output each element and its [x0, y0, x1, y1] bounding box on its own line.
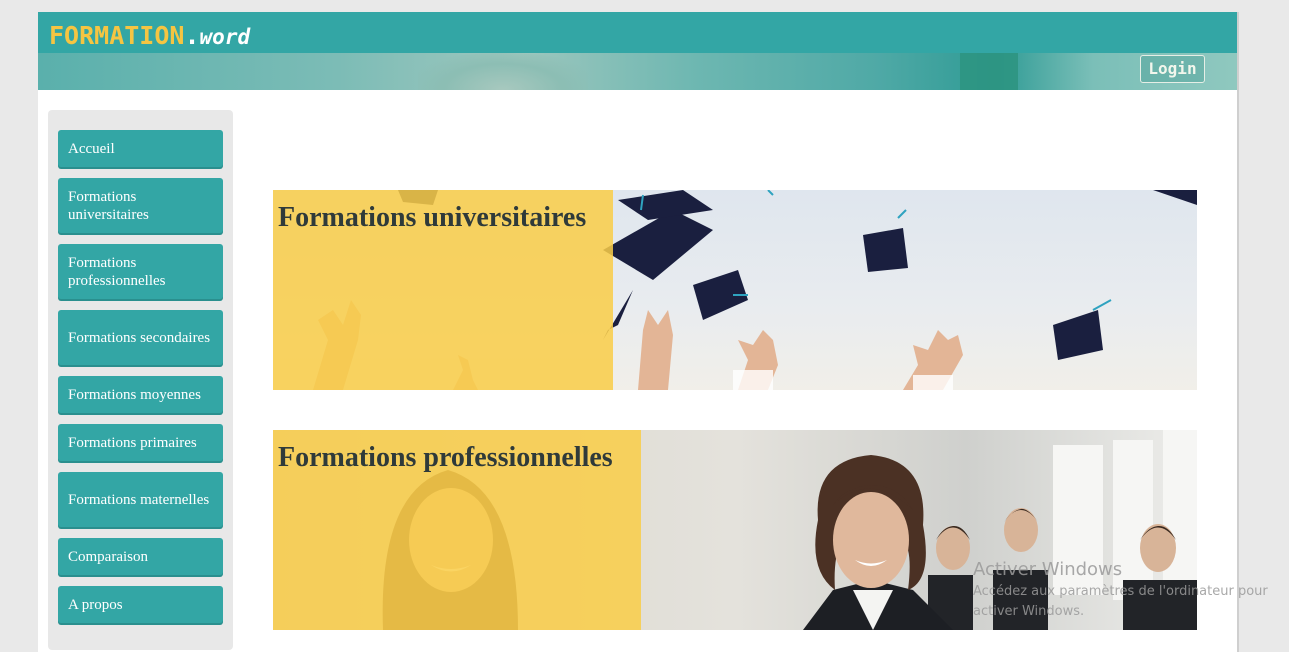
site-logo[interactable]: FORMATION.word [49, 21, 250, 52]
sidebar-item-comparaison[interactable]: Comparaison [58, 538, 223, 575]
logo-suffix: word [199, 25, 251, 49]
card-title: Formations universitaires [278, 202, 587, 233]
sidebar-item-formations-primaires[interactable]: Formations primaires [58, 424, 223, 461]
logo-dot: . [184, 21, 200, 50]
sidebar-item-label: A propos [68, 596, 123, 613]
sidebar-item-label: Formations professionnelles [68, 254, 166, 289]
watermark-title: Activer Windows [973, 559, 1123, 580]
sidebar-item-formations-universitaires[interactable]: Formations universitaires [58, 178, 223, 233]
sidebar-item-label: Formations moyennes [68, 386, 201, 403]
banner-photo-shape [418, 53, 588, 90]
header-bar: FORMATION.word [38, 12, 1237, 53]
login-button[interactable]: Login [1140, 55, 1205, 83]
sidebar-item-accueil[interactable]: Accueil [58, 130, 223, 167]
logo-brand: FORMATION [49, 21, 185, 50]
sidebar-item-a-propos[interactable]: A propos [58, 586, 223, 623]
watermark-subtitle: Accédez aux paramètres de l'ordinateur p… [973, 584, 1268, 619]
sidebar-item-formations-maternelles[interactable]: Formations maternelles [58, 472, 223, 527]
sidebar-item-label: Formations secondaires [68, 329, 211, 346]
windows-activation-watermark: Activer Windows Accédez aux paramètres d… [973, 558, 1283, 622]
sidebar-item-label: Formations universitaires [68, 188, 149, 223]
sidebar-item-formations-secondaires[interactable]: Formations secondaires [58, 310, 223, 365]
sidebar-item-label: Accueil [68, 140, 115, 157]
card-formations-universitaires[interactable]: Formations universitaires [273, 190, 1197, 390]
header-banner-image [38, 53, 1237, 90]
page: FORMATION.word Login Accueil Formations … [38, 12, 1239, 652]
sidebar-item-label: Comparaison [68, 548, 148, 565]
sidebar-nav: Accueil Formations universitaires Format… [48, 110, 233, 650]
card-title: Formations professionnelles [278, 442, 613, 473]
sidebar-item-formations-professionnelles[interactable]: Formations professionnelles [58, 244, 223, 299]
banner-photo-strip [960, 53, 1018, 90]
sidebar-item-formations-moyennes[interactable]: Formations moyennes [58, 376, 223, 413]
sidebar-item-label: Formations maternelles [68, 491, 210, 508]
sidebar-item-label: Formations primaires [68, 434, 197, 451]
